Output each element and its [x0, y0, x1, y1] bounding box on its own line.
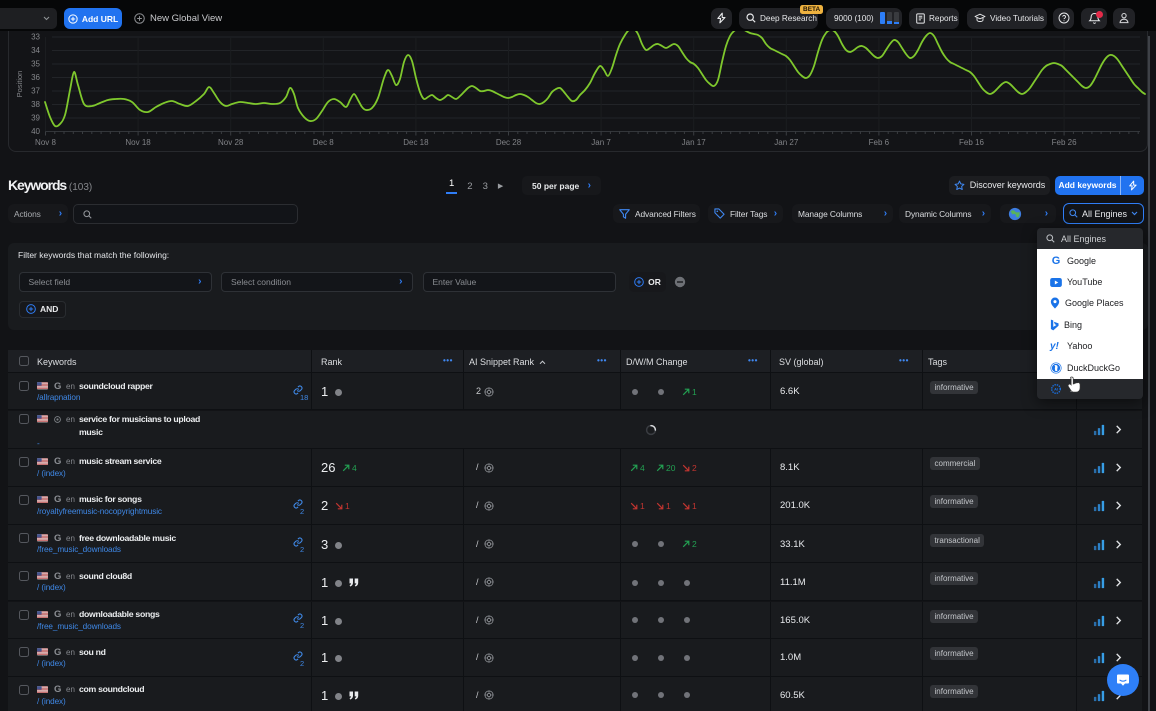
- svg-text:38: 38: [31, 100, 40, 109]
- svg-text:AI: AI: [1054, 388, 1058, 392]
- svg-text:Feb 26: Feb 26: [1052, 138, 1077, 147]
- svg-text:33: 33: [31, 33, 40, 42]
- svg-text:Jan 17: Jan 17: [682, 138, 707, 147]
- svg-text:39: 39: [31, 114, 40, 123]
- svg-text:Dec 18: Dec 18: [403, 138, 429, 147]
- svg-text:Dec 8: Dec 8: [313, 138, 334, 147]
- svg-text:Feb 16: Feb 16: [959, 138, 984, 147]
- svg-text:Nov 28: Nov 28: [218, 138, 244, 147]
- svg-text:35: 35: [31, 60, 40, 69]
- svg-text:Jan 7: Jan 7: [591, 138, 611, 147]
- svg-text:Feb 6: Feb 6: [869, 138, 890, 147]
- svg-text:Nov 18: Nov 18: [125, 138, 151, 147]
- svg-text:Dec 28: Dec 28: [496, 138, 522, 147]
- svg-text:Jan 27: Jan 27: [774, 138, 799, 147]
- svg-text:34: 34: [31, 46, 40, 55]
- svg-text:Nov 8: Nov 8: [35, 138, 56, 147]
- svg-text:36: 36: [31, 73, 40, 82]
- svg-text:Position: Position: [15, 71, 24, 98]
- svg-text:40: 40: [31, 127, 40, 136]
- svg-text:37: 37: [31, 87, 40, 96]
